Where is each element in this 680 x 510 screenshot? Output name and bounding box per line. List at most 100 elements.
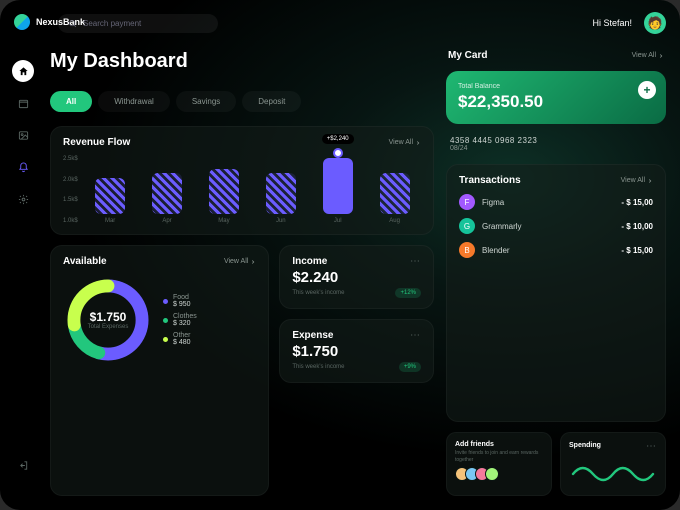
revenue-viewall[interactable]: View All (389, 139, 421, 146)
card-number: 4358 4445 0968 2323 (450, 136, 662, 145)
nav-image[interactable] (12, 124, 34, 146)
legend-dot-icon (163, 337, 168, 342)
income-card: Income ⋯ $2.240 This week's income +12% (279, 245, 434, 309)
income-sub: This week's income (292, 290, 344, 296)
chevron-right-icon (658, 53, 664, 59)
nav-logout[interactable] (12, 454, 34, 476)
bar-label: Apr (162, 218, 171, 224)
transactions-card: Transactions View All FFigma- $ 15,00GGr… (446, 164, 666, 422)
mycard-header: My Card View All (446, 50, 666, 61)
chevron-right-icon (647, 178, 653, 184)
tab-savings[interactable]: Savings (176, 91, 236, 112)
sidebar-nav (12, 60, 34, 210)
card-meta: 4358 4445 0968 2323 08/24 (446, 134, 666, 154)
topbar: Search payment Hi Stefan! 🧑 (0, 12, 680, 34)
revenue-chart: 2.5k$ 2.0k$ 1.5k$ 1.0k$ Mar Apr May Jun +$2,… (63, 156, 421, 224)
spending-title: Spending (569, 442, 601, 449)
balance-value: $22,350.50 (458, 92, 654, 112)
chevron-right-icon (250, 259, 256, 265)
bar-mar[interactable]: Mar (84, 178, 137, 224)
expense-value: $1.750 (292, 343, 421, 360)
bottom-duo: Add friends Invite friends to join and e… (446, 432, 666, 496)
add-friends-card[interactable]: Add friends Invite friends to join and e… (446, 432, 552, 496)
bar-jun[interactable]: Jun (254, 173, 307, 224)
expense-title: Expense (292, 330, 333, 341)
add-friends-sub: Invite friends to join and earn rewards … (455, 450, 543, 463)
income-expense-stack: Income ⋯ $2.240 This week's income +12% … (279, 245, 434, 496)
friend-avatar (485, 467, 499, 481)
more-icon[interactable]: ⋯ (410, 256, 421, 267)
transaction-row[interactable]: BBlender- $ 15,00 (459, 242, 653, 258)
expense-pill: +9% (399, 362, 421, 372)
transaction-list: FFigma- $ 15,00GGrammarly- $ 10,00BBlend… (459, 194, 653, 258)
add-friends-title: Add friends (455, 441, 543, 448)
bar-tooltip: +$2,240 (322, 134, 354, 144)
tx-name: Grammarly (482, 222, 614, 231)
sidebar (0, 0, 46, 510)
pin-icon (333, 148, 343, 158)
chevron-right-icon (415, 140, 421, 146)
revenue-title: Revenue Flow (63, 137, 130, 148)
tx-amount: - $ 10,00 (621, 222, 653, 231)
income-pill: +12% (395, 288, 421, 298)
page-title: My Dashboard (50, 50, 434, 73)
legend: Food$ 950 Clothes$ 320 Other$ 480 (163, 294, 197, 346)
income-value: $2.240 (292, 269, 421, 286)
transactions-viewall[interactable]: View All (621, 177, 653, 184)
logout-icon (18, 460, 29, 471)
friend-avatars (455, 467, 543, 481)
filter-tabs: All Withdrawal Savings Deposit (50, 91, 434, 112)
transaction-row[interactable]: F Figma - $ 15,00 (459, 194, 653, 210)
tx-amount: - $ 15,00 (621, 198, 653, 207)
tab-withdrawal[interactable]: Withdrawal (98, 91, 170, 112)
more-icon[interactable]: ⋯ (410, 330, 421, 341)
search-icon (68, 19, 77, 28)
tx-amount: - $ 15,00 (621, 246, 653, 255)
right-column: My Card View All + Total Balance $22,350… (446, 14, 666, 496)
expense-card: Expense ⋯ $1.750 This week's income +9% (279, 319, 434, 383)
spending-card[interactable]: Spending ⋯ (560, 432, 666, 496)
bar-label: Mar (105, 218, 115, 224)
bar-label: Jun (276, 218, 286, 224)
legend-item: Clothes$ 320 (163, 313, 197, 327)
card-expiry: 08/24 (450, 145, 662, 152)
legend-dot-icon (163, 299, 168, 304)
nav-settings[interactable] (12, 188, 34, 210)
greeting: Hi Stefan! (592, 18, 632, 28)
available-card: Available View All (50, 245, 269, 496)
bar-jul[interactable]: +$2,240Jul (311, 158, 364, 224)
legend-item: Food$ 950 (163, 294, 197, 308)
bar-label: Jul (334, 218, 342, 224)
app-frame: NexusBank (0, 0, 680, 510)
tx-name: Figma (482, 198, 614, 207)
transaction-row[interactable]: G Grammarly - $ 10,00 (459, 218, 653, 234)
credit-card[interactable]: + Total Balance $22,350.50 (446, 71, 666, 124)
nav-calendar[interactable] (12, 92, 34, 114)
app-icon: G (459, 218, 475, 234)
tab-all[interactable]: All (50, 91, 92, 112)
bar-label: Aug (389, 218, 400, 224)
bar-apr[interactable]: Apr (141, 173, 194, 224)
bar-label: May (218, 218, 229, 224)
nav-home[interactable] (12, 60, 34, 82)
mycard-title: My Card (448, 50, 487, 61)
legend-dot-icon (163, 318, 168, 323)
legend-item: Other$ 480 (163, 332, 197, 346)
tx-name: Blender (482, 246, 614, 255)
row-available-income: Available View All (50, 245, 434, 496)
home-icon (18, 66, 29, 77)
nav-notifications[interactable] (12, 156, 34, 178)
balance-label: Total Balance (458, 83, 654, 90)
available-viewall[interactable]: View All (224, 258, 256, 265)
search-input[interactable]: Search payment (58, 14, 218, 33)
tab-deposit[interactable]: Deposit (242, 91, 301, 112)
bar-aug[interactable]: Aug (368, 173, 421, 224)
y-axis: 2.5k$ 2.0k$ 1.5k$ 1.0k$ (63, 156, 78, 224)
app-icon: F (459, 194, 475, 210)
donut-chart: $1.750 Total Expenses (63, 275, 153, 365)
bar-may[interactable]: May (197, 169, 250, 224)
user-avatar[interactable]: 🧑 (644, 12, 666, 34)
mycard-viewall[interactable]: View All (632, 52, 664, 59)
main-area: Search payment Hi Stefan! 🧑 My Dashboard… (46, 0, 680, 510)
more-icon[interactable]: ⋯ (646, 441, 657, 452)
